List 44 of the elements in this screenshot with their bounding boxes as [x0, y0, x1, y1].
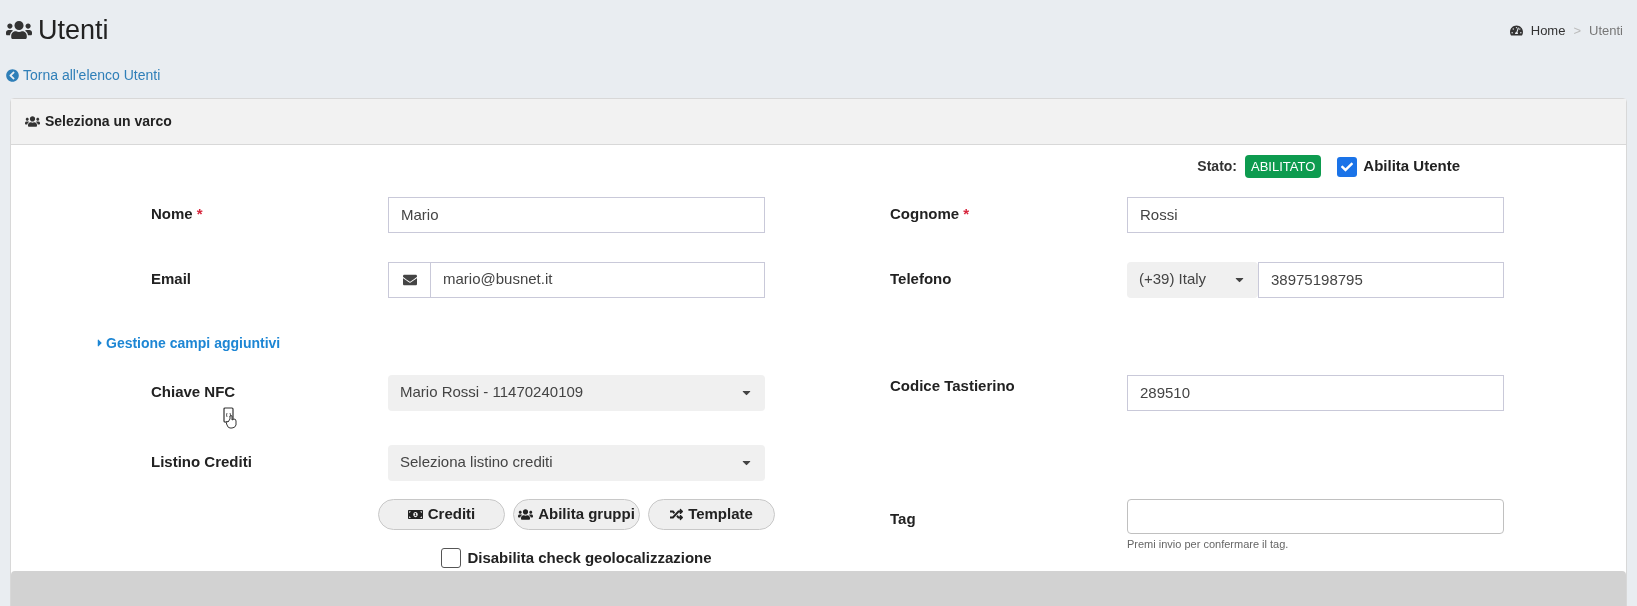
- action-button[interactable]: Abilita gruppi: [513, 498, 640, 530]
- credit-list-select[interactable]: Seleziona listino crediti: [388, 444, 765, 481]
- nfc-key-select[interactable]: Mario Rossi - 11470240109: [388, 374, 765, 411]
- field-label: Listino Crediti: [151, 452, 252, 473]
- field-label: Email: [151, 269, 192, 290]
- panel-title: Seleziona un varco: [45, 111, 172, 131]
- name-field[interactable]: Mario: [388, 196, 765, 233]
- country-select[interactable]: (+39) Italy: [1127, 261, 1258, 298]
- field-label: Telefono: [890, 269, 952, 290]
- phone-field[interactable]: 38975198795: [1258, 261, 1504, 298]
- envelope-icon: [402, 272, 417, 287]
- breadcrumb-item[interactable]: Home: [1530, 20, 1566, 40]
- tag-field[interactable]: [1127, 498, 1504, 534]
- back-link[interactable]: Torna all'elenco Utenti: [23, 64, 161, 86]
- dashboard-icon: [1509, 23, 1523, 37]
- field-label: Nome: [151, 204, 193, 225]
- geolocation-checkbox[interactable]: [441, 547, 462, 568]
- required-marker: *: [196, 204, 203, 225]
- status-label: Stato:: [1197, 157, 1237, 176]
- extra-fields-link[interactable]: Gestione campi aggiuntivi: [106, 332, 281, 354]
- field-label: Chiave NFC: [151, 382, 236, 403]
- field-label: Cognome: [890, 204, 960, 225]
- users-icon: [25, 113, 40, 129]
- keypad-code-field[interactable]: 289510: [1127, 374, 1504, 411]
- action-button[interactable]: Crediti: [378, 498, 505, 530]
- checkbox-label: Abilita Utente: [1363, 156, 1460, 177]
- shuffle-icon: [670, 507, 684, 521]
- action-button[interactable]: Template: [648, 498, 775, 530]
- status-badge: ABILITATO: [1245, 154, 1322, 179]
- help-text: Premi invio per confermare il tag.: [1127, 536, 1290, 552]
- back-icon: [6, 68, 19, 82]
- nfc-card-icon: [223, 406, 239, 429]
- checkmark-icon: [1341, 160, 1354, 173]
- breadcrumb-separator: >: [1573, 21, 1582, 40]
- required-marker: *: [963, 204, 969, 225]
- enable-user-checkbox[interactable]: [1337, 156, 1358, 177]
- field-label: Codice Tastierino: [890, 375, 1015, 396]
- users-icon: [518, 506, 534, 522]
- email-field[interactable]: mario@busnet.it: [388, 261, 765, 298]
- surname-field[interactable]: Rossi: [1127, 196, 1504, 233]
- breadcrumb-item: Utenti: [1589, 21, 1623, 40]
- field-label: Tag: [890, 509, 916, 530]
- checkbox-label: Disabilita check geolocalizzazione: [467, 547, 712, 568]
- page-title: Utenti: [38, 14, 109, 47]
